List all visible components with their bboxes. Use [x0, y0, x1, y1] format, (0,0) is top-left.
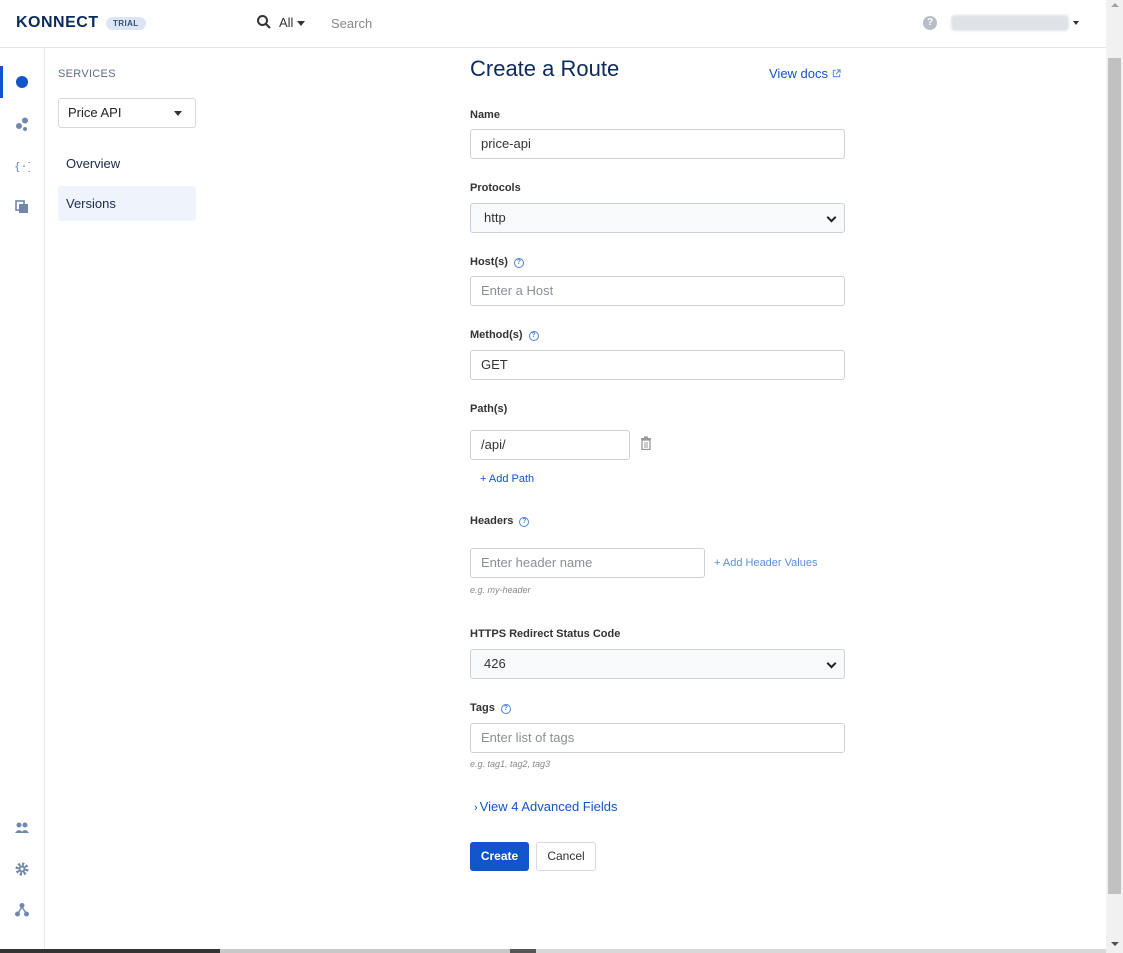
name-label: Name [470, 109, 500, 121]
search-scope-dropdown[interactable]: All [279, 15, 306, 30]
subnav-heading: SERVICES [58, 68, 116, 80]
search-input[interactable] [324, 9, 624, 37]
left-rail: {·} [0, 48, 45, 950]
view-docs-label: View docs [769, 66, 829, 81]
team-icon[interactable] [14, 820, 30, 836]
add-path-link[interactable]: + Add Path [480, 473, 534, 485]
https-redirect-select-value: 426 [484, 656, 506, 671]
question-circle-icon[interactable]: ? [923, 16, 937, 30]
tags-input[interactable]: Enter list of tags [470, 723, 845, 753]
account-email-blurred[interactable] [951, 15, 1069, 31]
search-icon[interactable] [256, 14, 272, 30]
tags-label-row: Tags? [470, 702, 511, 714]
trash-icon[interactable] [640, 436, 652, 450]
advanced-fields-toggle[interactable]: › View 4 Advanced Fields [474, 799, 617, 814]
advanced-fields-label: View 4 Advanced Fields [479, 799, 618, 814]
chevron-down-icon [174, 111, 182, 116]
api-spec-icon[interactable]: {·} [14, 158, 30, 174]
name-input[interactable]: price-api [470, 129, 845, 159]
rail-active-indicator [0, 66, 3, 98]
help-tooltip-icon[interactable]: ? [513, 258, 524, 268]
headers-hint: e.g. my-header [470, 585, 531, 595]
protocols-select[interactable]: http [470, 203, 845, 233]
runtime-nodes-icon[interactable] [14, 116, 30, 132]
service-select[interactable]: Price API [58, 98, 196, 128]
add-header-values-link[interactable]: + Add Header Values [714, 557, 817, 569]
scroll-up-arrow-icon[interactable] [1111, 3, 1119, 7]
hosts-label: Host(s) [470, 256, 508, 268]
page-scrollbar[interactable] [1106, 0, 1123, 953]
methods-label-row: Method(s)? [470, 329, 539, 341]
headers-label-row: Headers? [470, 515, 530, 527]
svg-text:{·}: {·} [14, 160, 30, 173]
tags-hint: e.g. tag1, tag2, tag3 [470, 759, 551, 769]
chevron-down-icon [297, 21, 306, 27]
path-input[interactable]: /api/ [470, 430, 630, 460]
chevron-down-icon [826, 658, 837, 669]
top-bar: KONNECT TRIAL All ? [0, 0, 1106, 48]
tags-label: Tags [470, 702, 495, 714]
konnect-logo[interactable]: KONNECT [16, 14, 99, 32]
caret-down-icon[interactable] [1073, 21, 1079, 25]
org-hierarchy-icon[interactable] [14, 902, 30, 918]
methods-input[interactable]: GET [470, 350, 845, 380]
subnav-item-overview[interactable]: Overview [58, 146, 196, 181]
services-dot-icon[interactable] [14, 74, 30, 90]
help-tooltip-icon[interactable]: ? [500, 704, 511, 714]
search-scope-label: All [279, 15, 294, 30]
hosts-input[interactable]: Enter a Host [470, 276, 845, 306]
page-title: Create a Route [470, 56, 620, 81]
methods-label: Method(s) [470, 329, 523, 341]
help-tooltip-icon[interactable]: ? [528, 331, 539, 341]
cancel-button[interactable]: Cancel [536, 842, 596, 871]
view-docs-link[interactable]: View docs [769, 66, 841, 81]
create-button[interactable]: Create [470, 842, 529, 871]
trial-badge: TRIAL [106, 17, 146, 30]
https-redirect-label: HTTPS Redirect Status Code [470, 628, 621, 640]
external-link-icon [832, 69, 841, 78]
bottom-edge-strip [0, 949, 1106, 953]
protocols-select-value: http [484, 210, 506, 225]
https-redirect-select[interactable]: 426 [470, 649, 845, 679]
service-select-value: Price API [68, 105, 122, 120]
paths-label: Path(s) [470, 403, 508, 415]
settings-gear-icon[interactable] [14, 861, 30, 877]
headers-label: Headers [470, 515, 514, 527]
copy-icon[interactable] [14, 199, 30, 215]
protocols-label: Protocols [470, 182, 521, 194]
hosts-label-row: Host(s)? [470, 256, 524, 268]
help-tooltip-icon[interactable]: ? [519, 517, 530, 527]
chevron-right-icon: › [474, 802, 478, 814]
scroll-down-arrow-icon[interactable] [1111, 942, 1119, 946]
chevron-down-icon [826, 212, 837, 223]
header-name-input[interactable]: Enter header name [470, 548, 705, 578]
scroll-thumb[interactable] [1108, 58, 1121, 894]
subnav-item-versions[interactable]: Versions [58, 186, 196, 221]
